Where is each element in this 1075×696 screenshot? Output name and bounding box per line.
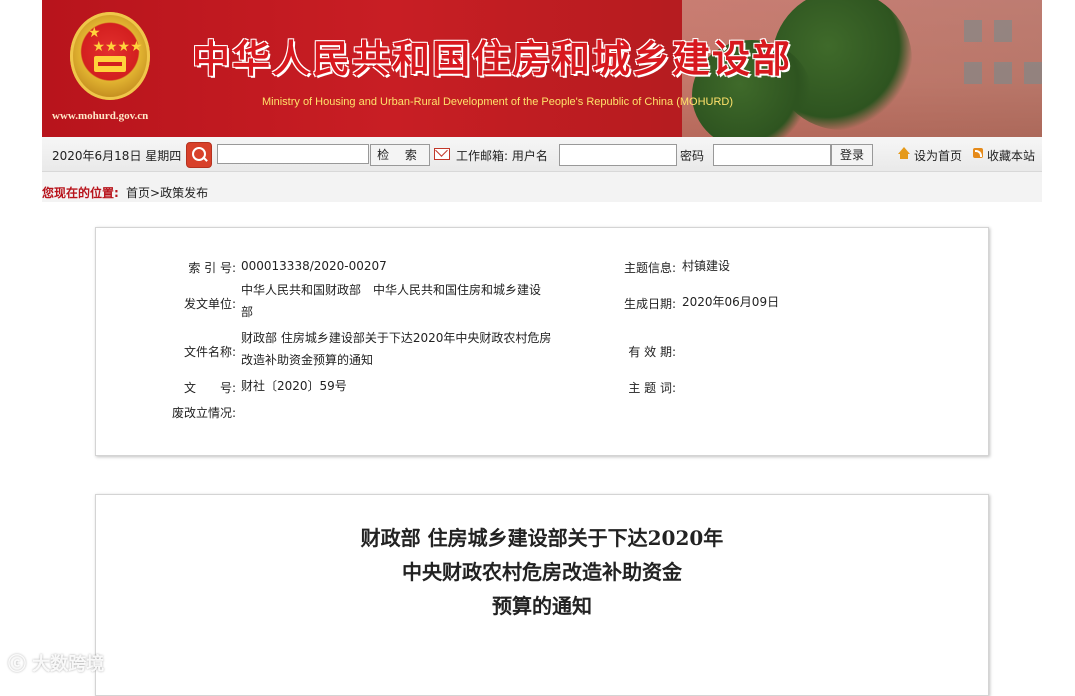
window-decoration — [1024, 62, 1042, 84]
search-input[interactable] — [217, 144, 369, 164]
filename-value: 财政部 住房城乡建设部关于下达2020年中央财政农村危房改造补助资金预算的通知 — [241, 331, 552, 367]
watermark-text: 大数跨境 — [32, 654, 105, 675]
filename-label: 文件名称: — [183, 345, 236, 359]
article-title-line: 中央财政农村危房改造补助资金 — [402, 560, 682, 584]
set-homepage-link[interactable]: 设为首页 — [914, 147, 962, 164]
article-title-line: 财政部 住房城乡建设部关于下达2020年 — [360, 526, 724, 550]
current-date: 2020年6月18日 星期四 — [52, 149, 182, 163]
mail-username-label: 工作邮箱: 用户名 — [456, 149, 548, 163]
breadcrumb-label: 您现在的位置: — [42, 186, 119, 200]
article-title: 财政部 住房城乡建设部关于下达2020年 中央财政农村危房改造补助资金 预算的通… — [96, 521, 988, 623]
document-info-panel: 索 引 号: 000013338/2020-00207 主题信息: 村镇建设 发… — [95, 227, 989, 456]
window-decoration — [994, 62, 1012, 84]
breadcrumb-path: 首页>政策发布 — [126, 184, 208, 201]
breadcrumb-separator: > — [150, 186, 161, 200]
topic-label: 主题信息: — [623, 261, 676, 275]
national-emblem-icon: ★ ★★★★ — [70, 12, 150, 100]
validity-label: 有 效 期: — [628, 345, 676, 359]
bookmark-link[interactable]: 收藏本站 — [987, 147, 1035, 164]
mail-icon — [434, 148, 450, 160]
keywords-label: 主 题 词: — [628, 381, 676, 395]
breadcrumb-current-link[interactable]: 政策发布 — [160, 186, 208, 200]
article-title-line: 预算的通知 — [492, 594, 592, 618]
article-panel: 财政部 住房城乡建设部关于下达2020年 中央财政农村危房改造补助资金 预算的通… — [95, 494, 989, 696]
index-label: 索 引 号: — [188, 261, 236, 275]
date-value: 2020年06月09日 — [682, 295, 780, 309]
breadcrumb: 您现在的位置: 首页>政策发布 — [42, 172, 1042, 202]
doc-number-value: 财社〔2020〕59号 — [241, 379, 347, 393]
watermark-logo: ⓒ 大数跨境 — [8, 654, 105, 675]
tiananmen-icon — [94, 56, 126, 72]
breadcrumb-home-link[interactable]: 首页 — [126, 186, 150, 200]
search-button[interactable]: 检 索 — [370, 144, 430, 166]
login-button[interactable]: 登录 — [831, 144, 873, 166]
site-banner: ★ ★★★★ www.mohurd.gov.cn 中华人民共和国住房和城乡建设部… — [42, 0, 1042, 137]
issuer-value: 中华人民共和国财政部 中华人民共和国住房和城乡建设部 — [241, 283, 542, 319]
rss-bookmark-icon — [973, 148, 983, 158]
top-toolbar: 2020年6月18日 星期四 检 索 工作邮箱: 用户名 密码 登录 设为首页 … — [42, 137, 1042, 172]
topic-value: 村镇建设 — [682, 259, 731, 273]
password-label: 密码 — [680, 149, 705, 163]
date-label: 生成日期: — [623, 297, 676, 311]
index-value: 000013338/2020-00207 — [241, 259, 387, 273]
site-url: www.mohurd.gov.cn — [52, 110, 149, 122]
window-decoration — [994, 20, 1012, 42]
username-input[interactable] — [559, 144, 677, 166]
ministry-title: 中华人民共和国住房和城乡建设部 — [192, 36, 793, 81]
password-input[interactable] — [713, 144, 831, 166]
window-decoration — [964, 62, 982, 84]
issuer-label: 发文单位: — [183, 297, 236, 311]
window-decoration — [964, 20, 982, 42]
stars-icon: ★ ★★★★ — [88, 25, 143, 55]
home-icon — [898, 147, 910, 159]
search-icon[interactable] — [186, 142, 212, 168]
status-label: 废改立情况: — [171, 406, 236, 420]
doc-number-label: 文 号: — [183, 381, 236, 395]
ministry-title-english: Ministry of Housing and Urban-Rural Deve… — [262, 96, 734, 108]
